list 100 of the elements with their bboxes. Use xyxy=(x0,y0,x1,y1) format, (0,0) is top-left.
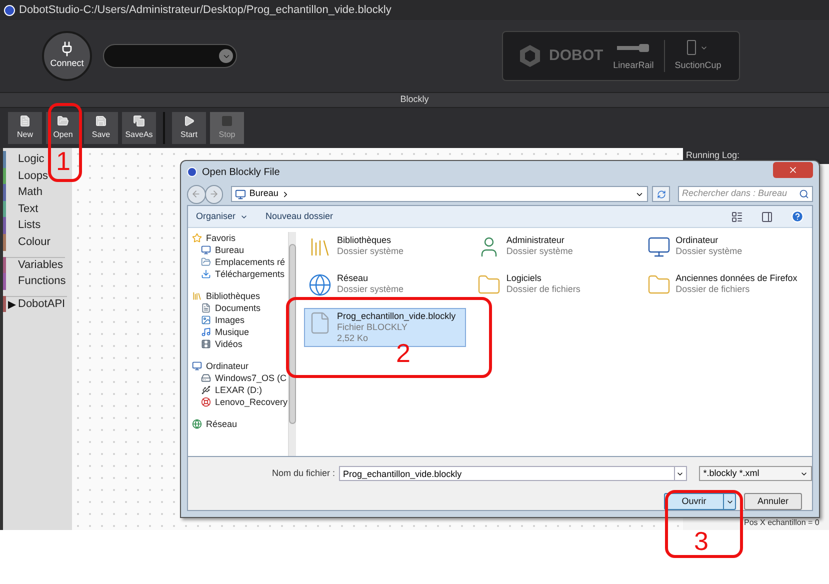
file-item[interactable]: Ordinateur Dossier système xyxy=(642,232,805,262)
command-button[interactable]: Nouveau dossier xyxy=(266,210,334,224)
music-icon xyxy=(201,327,211,337)
back-arrow-icon xyxy=(191,189,202,199)
desktop-icon xyxy=(201,245,211,255)
star-icon xyxy=(192,233,202,243)
help-icon[interactable] xyxy=(791,210,804,223)
nav-item[interactable]: Réseau xyxy=(188,418,288,430)
cancel-button[interactable]: Annuler xyxy=(744,493,802,510)
item-type: Dossier système xyxy=(337,284,404,295)
search-field[interactable]: Rechercher dans : Bureau xyxy=(678,186,813,202)
category-item[interactable]: Logic xyxy=(6,151,46,168)
category-item[interactable]: Colour xyxy=(6,234,52,251)
port-dropdown[interactable] xyxy=(103,44,237,68)
item-type: Dossier système xyxy=(506,246,573,257)
filename-label: Nom du fichier : xyxy=(272,466,336,480)
log-title: Running Log: xyxy=(686,149,740,162)
nav-item[interactable]: Ordinateur xyxy=(188,360,288,372)
command-button[interactable]: Organiser xyxy=(196,210,248,224)
nav-item[interactable]: Musique xyxy=(188,326,288,338)
search-icon xyxy=(798,189,809,199)
nav-item[interactable]: Windows7_OS (C xyxy=(188,372,288,384)
filename-field[interactable]: Prog_echantillon_vide.blockly xyxy=(339,466,675,481)
phone-icon xyxy=(687,40,696,56)
computer-icon xyxy=(646,235,671,259)
log-line: Pos X echantillon = 0 xyxy=(744,517,820,529)
item-name: Anciennes données de Firefox xyxy=(676,273,798,284)
category-item[interactable]: Variables xyxy=(6,256,66,274)
category-item[interactable]: Math xyxy=(6,184,44,201)
category-item[interactable]: Loops xyxy=(6,168,50,184)
connect-button[interactable]: Connect xyxy=(42,31,92,81)
save-as-icon xyxy=(133,115,145,127)
hexagon-logo-icon xyxy=(519,44,541,68)
nav-item[interactable]: LEXAR (D:) xyxy=(188,384,288,396)
folder-icon xyxy=(57,115,69,127)
preview-pane-icon[interactable] xyxy=(761,210,773,222)
item-size: 2,52 Ko xyxy=(337,333,370,344)
nav-item[interactable]: Images xyxy=(188,314,288,326)
network-icon xyxy=(192,419,202,429)
back-button[interactable] xyxy=(187,184,206,204)
downloads-icon xyxy=(201,269,211,279)
app-logo-icon xyxy=(4,4,15,16)
step-number: 3 xyxy=(694,528,708,554)
images-icon xyxy=(201,315,211,325)
close-button[interactable] xyxy=(773,162,813,178)
item-name: Administrateur xyxy=(506,235,566,246)
toolbar-button[interactable]: New xyxy=(8,112,42,144)
file-item[interactable]: Réseau Dossier système xyxy=(304,270,466,300)
scrollbar[interactable] xyxy=(288,232,296,456)
item-type: Fichier BLOCKLY xyxy=(337,322,408,333)
nav-item[interactable]: Lenovo_Recovery xyxy=(188,396,288,408)
toolbar-button[interactable]: Save xyxy=(84,112,118,144)
item-name: Ordinateur xyxy=(676,235,720,246)
document-icon xyxy=(19,115,31,127)
forward-button[interactable] xyxy=(204,184,224,204)
section-title: Blockly xyxy=(400,93,429,106)
file-item[interactable]: Anciennes données de Firefox Dossier de fichiers xyxy=(642,270,805,300)
item-name: Logiciels xyxy=(506,273,542,284)
device-label[interactable]: SuctionCup xyxy=(674,58,722,72)
view-options-icon[interactable] xyxy=(731,210,743,222)
nav-item[interactable]: Emplacements ré xyxy=(188,256,288,268)
category-item[interactable]: Text xyxy=(6,200,40,218)
library-icon xyxy=(192,291,202,301)
file-type-select[interactable]: *.blockly *.xml xyxy=(699,466,812,481)
close-icon xyxy=(788,165,798,175)
save-icon xyxy=(95,115,107,127)
file-item[interactable]: Logiciels Dossier de fichiers xyxy=(473,270,636,300)
nav-item[interactable]: Favoris xyxy=(188,232,288,244)
device-label[interactable]: LinearRail xyxy=(613,58,654,72)
nav-item[interactable]: Bibliothèques xyxy=(188,290,288,302)
item-name: Réseau xyxy=(337,273,370,284)
history-dropdown-button[interactable] xyxy=(674,466,688,481)
usb-icon xyxy=(201,385,211,395)
window-title: DobotStudio-C:/Users/Administrateur/Desktop/Prog_echantillon_vide.blockly xyxy=(19,2,392,18)
videos-icon xyxy=(201,339,211,349)
toolbar-button[interactable]: SaveAs xyxy=(122,112,156,144)
breadcrumb[interactable]: Bureau xyxy=(249,187,278,201)
file-item[interactable]: Bibliothèques Dossier système xyxy=(304,232,466,262)
forward-arrow-icon xyxy=(209,189,220,199)
category-item[interactable]: Functions xyxy=(6,273,68,290)
stop-icon xyxy=(221,115,233,127)
nav-item[interactable]: Documents xyxy=(188,302,288,314)
file-item[interactable]: Administrateur Dossier système xyxy=(473,232,636,262)
nav-item[interactable]: Téléchargements xyxy=(188,268,288,280)
item-type: Dossier de fichiers xyxy=(506,284,580,295)
step-number: 1 xyxy=(56,148,70,174)
item-type: Dossier système xyxy=(676,246,742,257)
dropdown-knob-icon xyxy=(219,49,233,63)
refresh-button[interactable] xyxy=(652,186,670,202)
recovery-icon xyxy=(201,397,211,407)
confirm-button[interactable]: Ouvrir xyxy=(664,493,736,510)
nav-item[interactable]: Vidéos xyxy=(188,338,288,350)
app-logo-icon xyxy=(187,167,197,177)
address-bar[interactable]: Bureau xyxy=(231,186,648,202)
toolbar-button[interactable]: Start xyxy=(172,112,206,144)
category-item[interactable]: Lists xyxy=(6,217,43,234)
refresh-icon xyxy=(656,190,666,198)
nav-item[interactable]: Bureau xyxy=(188,244,288,256)
play-icon xyxy=(183,115,195,127)
category-item[interactable]: DobotAPI xyxy=(6,296,68,312)
